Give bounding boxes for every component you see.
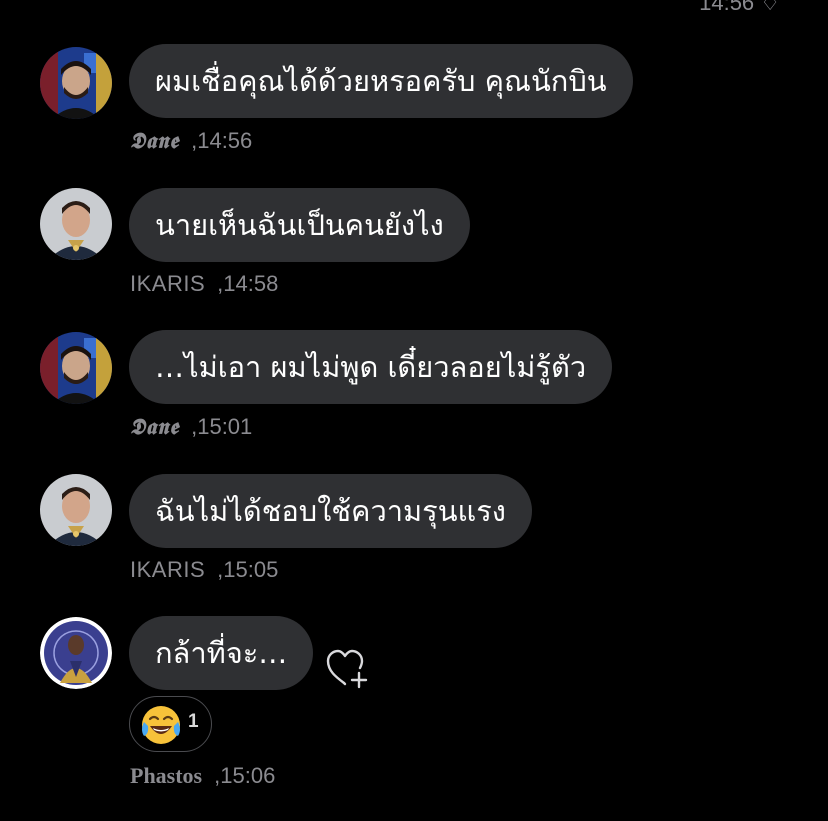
message-time: 14:56 [197, 128, 253, 153]
dane-avatar[interactable] [40, 47, 112, 119]
message-time: 15:01 [197, 414, 253, 439]
message-bubble[interactable]: ฉันไม่ได้ชอบใช้ความรุนแรง [129, 474, 532, 548]
message-meta: IKARIS ,14:58 [130, 271, 278, 297]
message-meta: IKARIS ,15:05 [130, 557, 278, 583]
message-time: 15:05 [223, 557, 279, 582]
sender-name[interactable]: IKARIS [130, 557, 205, 582]
sender-name[interactable]: 𝕯𝖆𝖓𝖊 [130, 128, 179, 154]
message-bubble[interactable]: …ไม่เอา ผมไม่พูด เดี๋ยวลอยไม่รู้ตัว [129, 330, 613, 404]
message-bubble[interactable]: นายเห็นฉันเป็นคนยังไง [129, 188, 470, 262]
reaction-count: 1 [188, 711, 199, 732]
joy-tears-emoji-icon [140, 704, 182, 746]
top-timestamp: 14:56 ♢ [699, 0, 780, 15]
message-meta: 𝕯𝖆𝖓𝖊 ,15:01 [130, 414, 252, 440]
sender-name[interactable]: IKARIS [130, 271, 205, 296]
ikaris-avatar[interactable] [40, 188, 112, 260]
phastos-avatar[interactable] [40, 617, 112, 689]
message-bubble[interactable]: กล้าที่จะ… [129, 616, 314, 690]
message-time: 14:58 [223, 271, 279, 296]
sender-name[interactable]: 𝕯𝖆𝖓𝖊 [130, 414, 179, 440]
message-time: 15:06 [220, 763, 276, 788]
sender-name[interactable]: Phastos [130, 763, 202, 788]
dane-avatar[interactable] [40, 332, 112, 404]
message-meta: 𝕯𝖆𝖓𝖊 ,14:56 [130, 128, 252, 154]
heart-plus-icon[interactable] [324, 647, 372, 691]
message-bubble[interactable]: ผมเชื่อคุณได้ด้วยหรอครับ คุณนักบิน [129, 44, 633, 118]
message-meta: Phastos ,15:06 [130, 763, 275, 789]
ikaris-avatar[interactable] [40, 474, 112, 546]
reaction-pill[interactable]: 1 [129, 696, 212, 752]
